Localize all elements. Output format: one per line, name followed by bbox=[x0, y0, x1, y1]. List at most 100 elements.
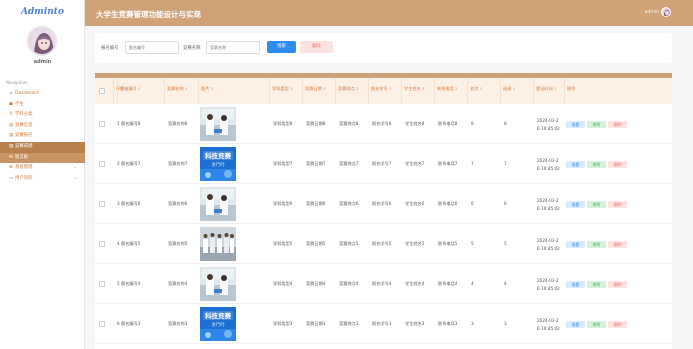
avatar[interactable] bbox=[27, 26, 57, 56]
column-header-tel[interactable]: 联系电话 ⇕ bbox=[434, 78, 458, 104]
column-header-img[interactable]: 图片 ⇕ bbox=[198, 78, 214, 104]
column-header-sid[interactable]: 报名学号 ⇕ bbox=[368, 78, 392, 104]
sidebar-item[interactable]: ✉ 留言板 bbox=[0, 152, 85, 164]
cell-stu: 学生姓名7 bbox=[405, 161, 425, 166]
sidebar-item[interactable]: ▭ 用户资料 ⌄ bbox=[0, 174, 85, 185]
sidebar-item[interactable]: ▤ 竞赛报名 bbox=[0, 131, 85, 142]
cell-rank: 7 bbox=[471, 161, 474, 166]
cell-image[interactable] bbox=[200, 107, 236, 141]
cell-time-date: 2024-03-2 bbox=[537, 318, 559, 323]
contest-name-input[interactable] bbox=[206, 41, 260, 54]
cell-image[interactable] bbox=[200, 227, 236, 261]
cell-image[interactable]: 科技竞赛 进行时 bbox=[200, 307, 236, 341]
select-all-checkbox[interactable] bbox=[99, 88, 105, 94]
sort-icon: ⇕ bbox=[387, 87, 392, 91]
delete-button[interactable]: 删除 bbox=[608, 201, 627, 208]
row-checkbox[interactable] bbox=[99, 281, 105, 287]
cell-time: 2024-03-2 6 10:45:02 bbox=[535, 264, 560, 304]
delete-button[interactable]: 删除 bbox=[608, 321, 627, 328]
sidebar-item[interactable]: ⚲ 学科分类 bbox=[0, 110, 85, 121]
column-header-name[interactable]: 竞赛名称 ⇕ bbox=[164, 78, 188, 104]
view-button[interactable]: 查看 bbox=[566, 121, 585, 128]
cell-score: 6 bbox=[504, 201, 507, 206]
column-header-time[interactable]: 登记时间 ⇕ bbox=[533, 78, 557, 104]
table-row[interactable]: 3 报名编号6 竞赛名称6 学科类型6 竞赛日期6 竞赛地点6 报名学号6 学生姓名6 联系电话… bbox=[95, 184, 672, 224]
column-header-date[interactable]: 竞赛日期 ⇕ bbox=[302, 78, 326, 104]
view-button[interactable]: 查看 bbox=[566, 321, 585, 328]
cell-place: 竞赛地点5 bbox=[339, 241, 359, 246]
cell-stu: 学生姓名6 bbox=[405, 201, 425, 206]
cell-type: 学科类型8 bbox=[273, 121, 293, 126]
sidebar-item[interactable]: ⊞ 系统管理 ⌄ bbox=[0, 163, 85, 174]
edit-button[interactable]: 修改 bbox=[587, 121, 606, 128]
sidebar-item[interactable]: ☗ 学生 bbox=[0, 100, 85, 111]
cell-time-clock: 6 10:45:02 bbox=[537, 125, 560, 131]
sidebar-item[interactable]: ⌂ Dashboard bbox=[0, 89, 85, 100]
grid-icon: ⊞ bbox=[9, 165, 13, 171]
view-button[interactable]: 查看 bbox=[566, 241, 585, 248]
cell-type: 学科类型4 bbox=[273, 281, 293, 286]
batch-delete-button[interactable]: 删除 bbox=[300, 41, 333, 53]
cell-time-date: 2024-03-2 bbox=[537, 278, 559, 283]
cell-image[interactable]: 科技竞赛 进行时 bbox=[200, 147, 236, 181]
user-icon: ☗ bbox=[9, 101, 13, 107]
row-checkbox[interactable] bbox=[99, 241, 105, 247]
edit-button[interactable]: 修改 bbox=[587, 241, 606, 248]
delete-button[interactable]: 删除 bbox=[608, 281, 627, 288]
edit-button[interactable]: 修改 bbox=[587, 321, 606, 328]
cell-rank: 6 bbox=[471, 201, 474, 206]
row-checkbox[interactable] bbox=[99, 121, 105, 127]
edit-button[interactable]: 修改 bbox=[587, 281, 606, 288]
column-header-reg[interactable]: 报名编号 ⇕ bbox=[117, 78, 141, 104]
cell-time-date: 2024-03-2 bbox=[537, 118, 559, 123]
contest-photo-image bbox=[200, 107, 236, 141]
cell-image[interactable] bbox=[200, 267, 236, 301]
sidebar-item[interactable]: ▤ 竞赛成绩 bbox=[0, 141, 85, 153]
view-button[interactable]: 查看 bbox=[566, 201, 585, 208]
cell-date: 竞赛日期4 bbox=[306, 281, 326, 286]
search-button[interactable]: 搜索 bbox=[267, 41, 296, 53]
header-username[interactable]: admin bbox=[645, 10, 659, 15]
list-icon: ▤ bbox=[9, 133, 14, 139]
cell-time: 2024-03-2 6 10:45:02 bbox=[535, 104, 560, 144]
column-header-type[interactable]: 学科类型 ⇕ bbox=[269, 78, 293, 104]
cell-time-date: 2024-03-2 bbox=[537, 238, 559, 243]
delete-button[interactable]: 删除 bbox=[608, 241, 627, 248]
table-row[interactable]: 4 报名编号5 竞赛名称5 学科类型5 竞赛日期5 竞赛地点5 报名学号5 学生姓名5 联系电话… bbox=[95, 224, 672, 264]
table-row[interactable]: 2 报名编号7 竞赛名称7 学科类型7 竞赛日期7 竞赛地点7 报名学号7 学生姓名7 联系电话… bbox=[95, 144, 672, 184]
chevron-down-icon: ⌄ bbox=[73, 175, 77, 181]
list-icon: ▤ bbox=[9, 122, 14, 128]
view-button[interactable]: 查看 bbox=[566, 281, 585, 288]
sort-icon: ⇕ bbox=[321, 87, 326, 91]
row-checkbox[interactable] bbox=[99, 201, 105, 207]
edit-button[interactable]: 修改 bbox=[587, 201, 606, 208]
app-logo[interactable]: Adminto bbox=[0, 7, 85, 17]
row-checkbox[interactable] bbox=[99, 161, 105, 167]
view-button[interactable]: 查看 bbox=[566, 161, 585, 168]
contest-photo-image bbox=[200, 187, 236, 221]
column-header-rank[interactable]: 名次 ⇕ bbox=[467, 78, 483, 104]
avatar-image bbox=[29, 28, 55, 54]
sort-icon: ⇕ bbox=[183, 87, 188, 91]
header-avatar[interactable] bbox=[661, 7, 671, 17]
delete-button[interactable]: 删除 bbox=[608, 121, 627, 128]
cell-place: 竞赛地点7 bbox=[339, 161, 359, 166]
sort-icon: ⇕ bbox=[288, 87, 293, 91]
cell-image[interactable] bbox=[200, 187, 236, 221]
table-row[interactable]: 6 报名编号3 竞赛名称3 学科类型3 竞赛日期3 竞赛地点3 报名学号3 学生姓名3 联系电话… bbox=[95, 304, 672, 344]
column-header-score[interactable]: 成绩 ⇕ bbox=[500, 78, 516, 104]
table-row[interactable]: 5 报名编号4 竞赛名称4 学科类型4 竞赛日期4 竞赛地点4 报名学号4 学生姓名4 联系电话… bbox=[95, 264, 672, 304]
table-row[interactable]: 1 报名编号8 竞赛名称8 学科类型8 竞赛日期8 竞赛地点8 报名学号8 学生姓名8 联系电话… bbox=[95, 104, 672, 144]
cell-name: 竞赛名称5 bbox=[168, 241, 188, 246]
column-header-stu[interactable]: 学生姓名 ⇕ bbox=[401, 78, 425, 104]
column-header-label: 竞赛地点 bbox=[338, 86, 355, 91]
cell-score: 7 bbox=[504, 161, 507, 166]
column-header-place[interactable]: 竞赛地点 ⇕ bbox=[335, 78, 359, 104]
svg-text:科技竞赛: 科技竞赛 bbox=[205, 311, 232, 320]
delete-button[interactable]: 删除 bbox=[608, 161, 627, 168]
sidebar-item[interactable]: ▤ 竞赛信息 bbox=[0, 121, 85, 132]
cell-sid: 报名学号8 bbox=[372, 121, 392, 126]
row-checkbox[interactable] bbox=[99, 321, 105, 327]
reg-number-input[interactable] bbox=[125, 41, 179, 54]
edit-button[interactable]: 修改 bbox=[587, 161, 606, 168]
